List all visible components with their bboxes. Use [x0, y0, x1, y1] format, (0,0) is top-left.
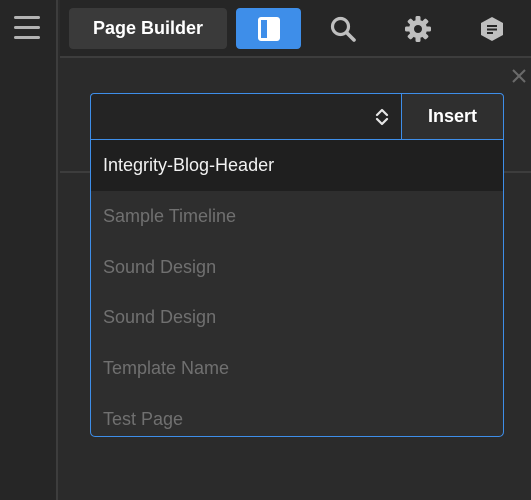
- close-icon[interactable]: [510, 67, 528, 85]
- dropdown-option[interactable]: Test Page: [91, 394, 503, 436]
- dropdown-option[interactable]: Sound Design: [91, 242, 503, 293]
- menu-icon[interactable]: [14, 16, 40, 40]
- gear-icon: [405, 16, 431, 42]
- left-rail: [0, 0, 58, 500]
- dropdown-option[interactable]: Sample Timeline: [91, 191, 503, 242]
- top-toolbar: Page Builder: [60, 0, 531, 58]
- insert-button[interactable]: Insert: [401, 93, 504, 140]
- layout-panel-button[interactable]: [236, 8, 301, 49]
- dropdown-option[interactable]: Template Name: [91, 343, 503, 394]
- chevron-up-down-icon: [375, 108, 389, 126]
- page-builder-button[interactable]: Page Builder: [69, 8, 227, 49]
- document-hexagon-icon: [481, 17, 503, 41]
- search-icon: [330, 16, 356, 42]
- dropdown-option[interactable]: Sound Design: [91, 292, 503, 343]
- search-button[interactable]: [326, 12, 360, 46]
- layout-panel-icon: [257, 16, 280, 41]
- document-button[interactable]: [475, 12, 509, 46]
- template-dropdown: Integrity-Blog-Header Sample Timeline So…: [90, 139, 504, 437]
- settings-button[interactable]: [401, 12, 435, 46]
- template-select[interactable]: [90, 93, 401, 140]
- dropdown-option[interactable]: Integrity-Blog-Header: [91, 140, 503, 191]
